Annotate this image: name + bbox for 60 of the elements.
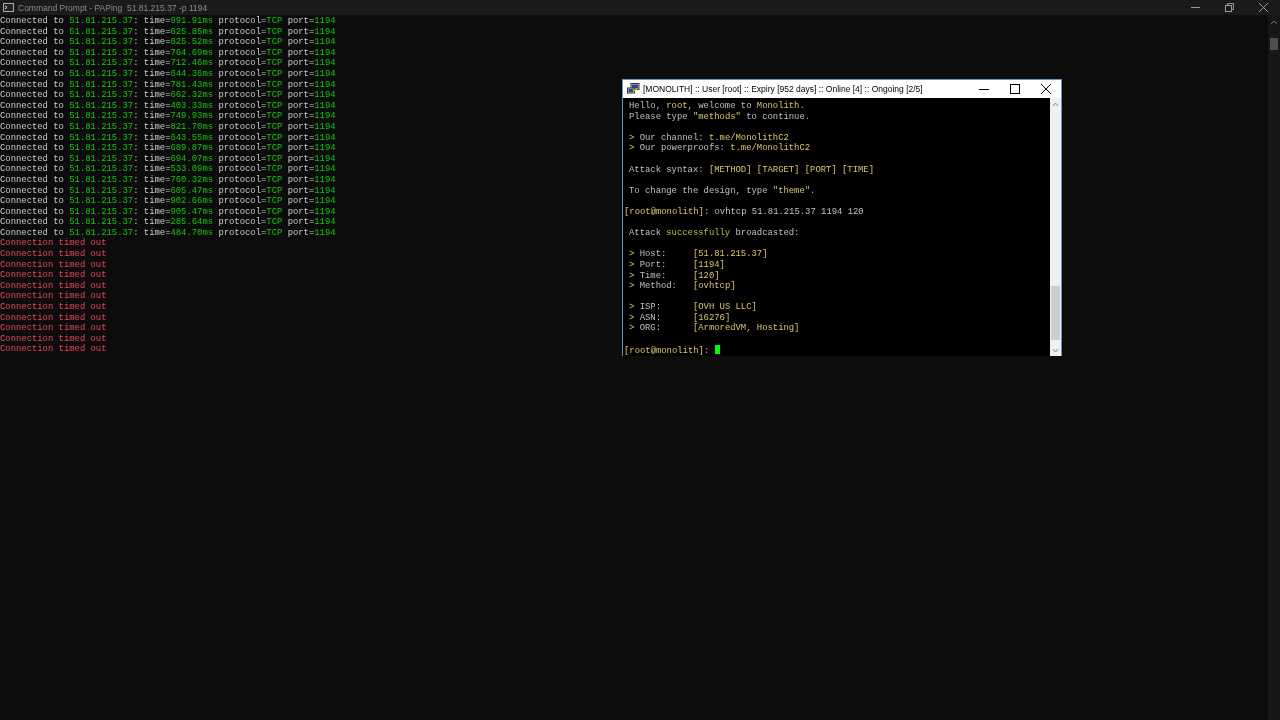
console-line: Connected to 51.81.215.37: time=285.64ms protocol=TCP port=1194 (0, 217, 336, 228)
terminal-line: > ORG: [ArmoredVM, Hosting] (628, 323, 800, 335)
terminal-line: [root@monolith]: ovhtcp 51.81.215.37 1194 120 (624, 206, 864, 218)
terminal-line: > ASN: [16276] (628, 312, 731, 323)
console-line: Connected to 51.81.215.37: time=991.91ms protocol=TCP port=1194 (0, 16, 336, 27)
console-line: Connected to 51.81.215.37: time=484.70ms protocol=TCP port=1194 (0, 227, 336, 238)
window-title: Command Prompt - PAPing 51.81.215.37 -p 1194 (18, 2, 208, 13)
console-line: Connected to 51.81.215.37: time=821.70ms protocol=TCP port=1194 (0, 121, 336, 133)
console-icon (3, 3, 14, 12)
scrollbar-thumb[interactable] (1051, 286, 1060, 340)
error-line: Connection timed out (0, 333, 107, 344)
console-line: Connected to 51.81.215.37: time=605.47ms protocol=TCP port=1194 (0, 185, 336, 196)
scrollbar-thumb[interactable] (1270, 38, 1278, 50)
error-line: Connection timed out (0, 280, 107, 291)
console-line: Connected to 51.81.215.37: time=625.85ms protocol=TCP port=1194 (0, 26, 336, 37)
prompt-line: [root@monolith]: (624, 344, 720, 357)
console-line: Connected to 51.81.215.37: time=760.32ms protocol=TCP port=1194 (0, 174, 336, 186)
terminal-line: > Port: [1194] (628, 259, 725, 271)
console-line: Connected to 51.81.215.37: time=689.87ms protocol=TCP port=1194 (0, 143, 336, 154)
terminal-line: Attack successfully broadcasted: (628, 228, 800, 239)
console-line: Connected to 51.81.215.37: time=533.09ms protocol=TCP port=1194 (0, 164, 336, 175)
console-line: Connected to 51.81.215.37: time=902.66ms protocol=TCP port=1194 (0, 196, 336, 207)
error-line: Connection timed out (0, 249, 107, 260)
console-line: Connected to 51.81.215.37: time=625.52ms protocol=TCP port=1194 (0, 37, 336, 48)
terminal-line: > Our powerproofs: t.me/MonolithC2 (628, 143, 811, 154)
terminal-line: Please type "methods" to continue. (628, 111, 811, 123)
terminal-line: > Method: [ovhtcp] (628, 281, 736, 292)
terminal-line: > Our channel: t.me/MonolithC2 (628, 132, 789, 143)
error-line: Connection timed out (0, 238, 107, 249)
error-line: Connection timed out (0, 270, 107, 281)
error-line: Connection timed out (0, 291, 107, 302)
console-line: Connected to 51.81.215.37: time=662.32ms protocol=TCP port=1194 (0, 90, 336, 101)
console-line: Connected to 51.81.215.37: time=644.36ms protocol=TCP port=1194 (0, 68, 336, 80)
error-line: Connection timed out (0, 323, 107, 334)
terminal-line: > ISP: [OVH US LLC] (628, 302, 757, 313)
restore-icon[interactable] (1224, 3, 1234, 12)
close-icon[interactable] (1040, 84, 1051, 94)
computer-icon (627, 83, 640, 95)
scrollbar[interactable] (1050, 98, 1061, 357)
console-line: Connected to 51.81.215.37: time=403.33ms protocol=TCP port=1194 (0, 100, 336, 111)
console-line: Connected to 51.81.215.37: time=905.47ms protocol=TCP port=1194 (0, 206, 336, 217)
terminal-line: Hello, root, welcome to Monolith. (628, 101, 805, 112)
console-line: Connected to 51.81.215.37: time=781.43ms protocol=TCP port=1194 (0, 79, 336, 90)
console-line: Connected to 51.81.215.37: time=749.93ms protocol=TCP port=1194 (0, 111, 336, 122)
terminal-line: > Time: [120] (628, 270, 720, 281)
error-line: Connection timed out (0, 302, 107, 313)
close-icon[interactable] (1258, 3, 1268, 12)
console-line: Connected to 51.81.215.37: time=643.55ms protocol=TCP port=1194 (0, 132, 336, 143)
error-line: Connection timed out (0, 344, 107, 355)
error-line: Connection timed out (0, 312, 107, 323)
error-line: Connection timed out (0, 259, 107, 270)
maximize-icon[interactable] (1009, 84, 1020, 94)
terminal-line: > Host: [51.81.215.37] (628, 249, 768, 260)
terminal-line: Attack syntax: [METHOD] [TARGET] [PORT] [TIME] (628, 164, 874, 176)
console-line: Connected to 51.81.215.37: time=712.46ms protocol=TCP port=1194 (0, 58, 336, 69)
console-line: Connected to 51.81.215.37: time=694.07ms protocol=TCP port=1194 (0, 153, 336, 164)
window-title: [MONOLITH] :: User [root] :: Expiry [952 days] :: Online [4] :: Ongoing [2/5] (643, 84, 923, 94)
scrollbar[interactable] (1268, 15, 1280, 720)
console-line: Connected to 51.81.215.37: time=764.69ms protocol=TCP port=1194 (0, 47, 336, 58)
terminal-line: To change the design, type "theme". (628, 185, 816, 197)
